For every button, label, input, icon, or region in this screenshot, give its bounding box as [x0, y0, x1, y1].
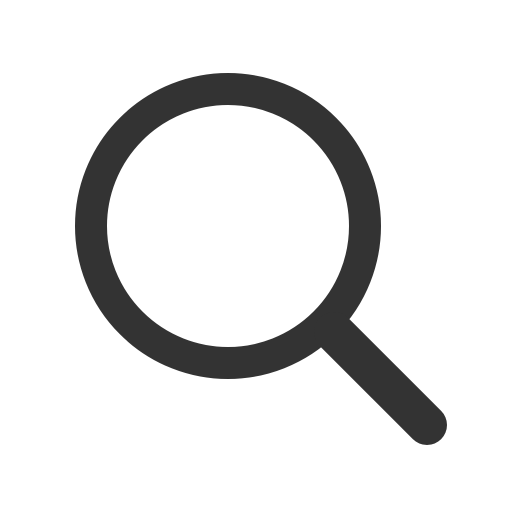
- search-icon-handle: [314, 312, 447, 445]
- icon-canvas: [0, 0, 512, 512]
- search-icon[interactable]: [0, 0, 512, 512]
